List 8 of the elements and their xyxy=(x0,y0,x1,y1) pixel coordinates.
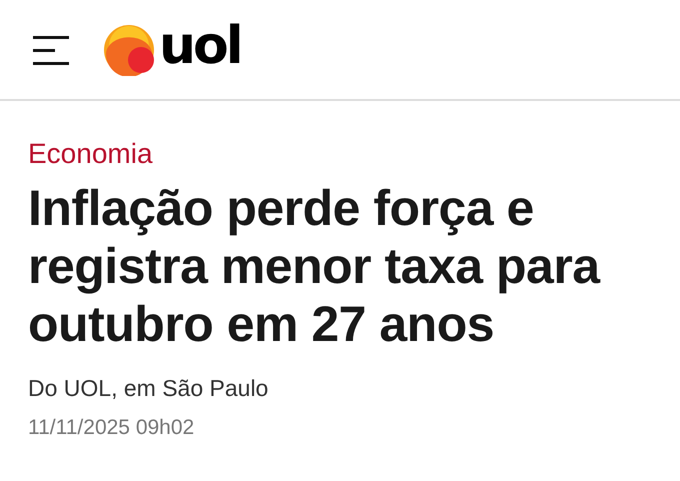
menu-icon xyxy=(33,34,69,64)
menu-button[interactable] xyxy=(33,34,69,64)
logo[interactable]: uol xyxy=(103,24,241,76)
byline: Do UOL, em São Paulo xyxy=(28,375,268,402)
publish-date: 11/11/2025 09h02 xyxy=(28,416,196,440)
category-link[interactable]: Economia xyxy=(28,137,153,171)
headline: Inflação perde força e registra menor taxa para outubro em 27 anos xyxy=(28,179,602,353)
sun-logo-icon xyxy=(103,24,155,76)
